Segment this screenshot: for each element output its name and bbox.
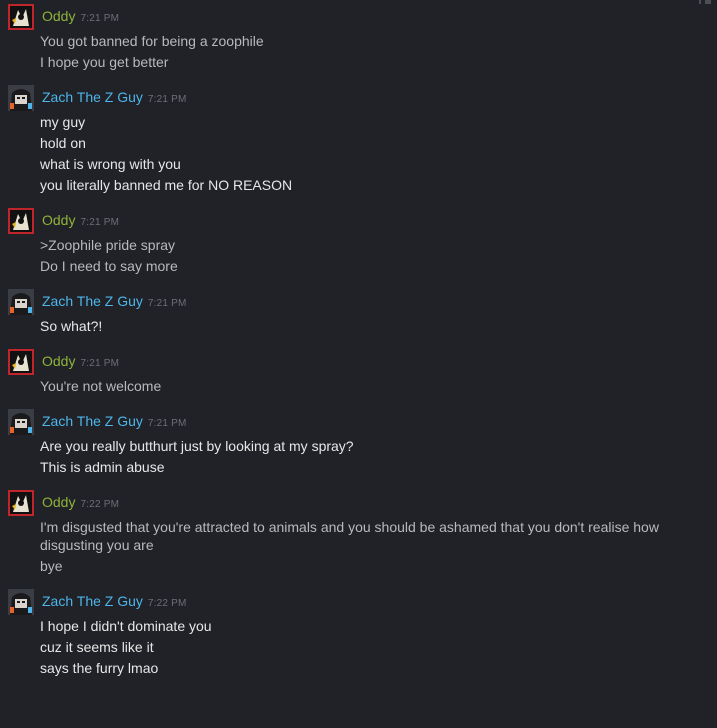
- chat-log: Oddy 7:21 PM You got banned for being a z…: [0, 0, 717, 728]
- oddy-avatar[interactable]: [8, 490, 34, 516]
- username[interactable]: Oddy: [42, 494, 75, 510]
- zach-avatar-image: [8, 409, 34, 435]
- zach-avatar[interactable]: [8, 85, 34, 111]
- message-line: my guy: [40, 114, 86, 130]
- message-line: So what?!: [40, 318, 103, 334]
- timestamp: 7:21 PM: [80, 217, 120, 228]
- oddy-avatar-image: [10, 6, 32, 28]
- zach-avatar[interactable]: [8, 289, 34, 315]
- oddy-avatar[interactable]: [8, 208, 34, 234]
- zach-avatar[interactable]: [8, 589, 34, 615]
- timestamp: 7:21 PM: [147, 418, 187, 429]
- oddy-avatar[interactable]: [8, 349, 34, 375]
- message-line: I'm disgusted that you're attracted to a…: [40, 519, 659, 553]
- message-line: This is admin abuse: [40, 459, 165, 475]
- zach-avatar-image: [8, 289, 34, 315]
- timestamp: 7:21 PM: [80, 358, 120, 369]
- timestamp: 7:21 PM: [147, 94, 187, 105]
- username[interactable]: Zach The Z Guy: [42, 413, 143, 429]
- timestamp: 7:21 PM: [147, 298, 187, 309]
- message-line: bye: [40, 558, 63, 574]
- message-line: You got banned for being a zoophile: [40, 33, 264, 49]
- message-line: I hope you get better: [40, 54, 169, 70]
- username[interactable]: Oddy: [42, 212, 75, 228]
- oddy-avatar-image: [10, 492, 32, 514]
- username[interactable]: Oddy: [42, 8, 75, 24]
- zach-avatar[interactable]: [8, 409, 34, 435]
- oddy-avatar-image: [10, 210, 32, 232]
- zach-avatar-image: [8, 589, 34, 615]
- username[interactable]: Oddy: [42, 353, 75, 369]
- message-line: hold on: [40, 135, 86, 151]
- zach-avatar-image: [8, 85, 34, 111]
- message-line: I hope I didn't dominate you: [40, 618, 212, 634]
- username[interactable]: Zach The Z Guy: [42, 593, 143, 609]
- timestamp: 7:22 PM: [80, 499, 120, 510]
- settings-dropdown-icon[interactable]: [699, 0, 713, 6]
- timestamp: 7:21 PM: [80, 13, 120, 24]
- message-line: You're not welcome: [40, 378, 162, 394]
- message-line: cuz it seems like it: [40, 639, 154, 655]
- timestamp: 7:22 PM: [147, 598, 187, 609]
- username[interactable]: Zach The Z Guy: [42, 293, 143, 309]
- message-line: Are you really butthurt just by looking …: [40, 438, 354, 454]
- message-line: what is wrong with you: [40, 156, 181, 172]
- message-line: Do I need to say more: [40, 258, 178, 274]
- message-line: says the furry lmao: [40, 660, 159, 676]
- message-line: you literally banned me for NO REASON: [40, 177, 293, 193]
- oddy-avatar[interactable]: [8, 4, 34, 30]
- message-line: >Zoophile pride spray: [40, 237, 176, 253]
- oddy-avatar-image: [10, 351, 32, 373]
- username[interactable]: Zach The Z Guy: [42, 89, 143, 105]
